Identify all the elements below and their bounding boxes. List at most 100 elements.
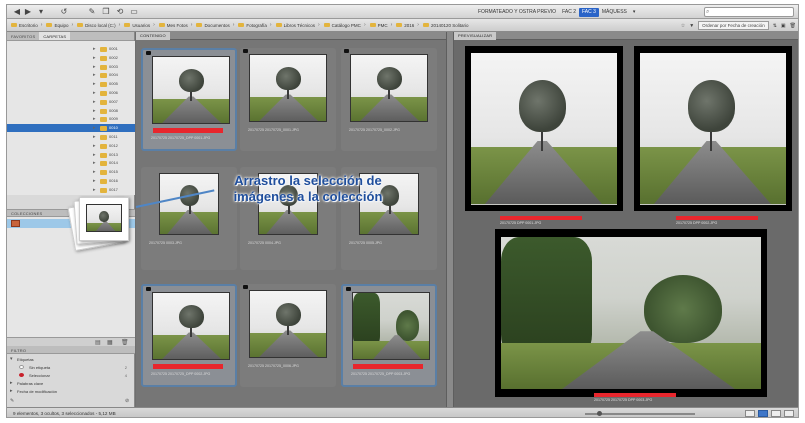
breadcrumb-1[interactable]: Equipo › [46, 22, 73, 28]
star-filter-icon[interactable]: ☆ [681, 23, 685, 29]
new-collection-icon[interactable]: ▤ [95, 339, 101, 346]
folder-tree-item[interactable]: ▸ 0003 [7, 63, 135, 71]
thumbnail-cell[interactable]: 20170725 20170725_0001.JPG [240, 48, 336, 151]
filter-row-labels[interactable]: ▾ Etiquetas [7, 355, 135, 363]
tab-collections[interactable]: Colecciones [7, 211, 46, 216]
breadcrumb-9[interactable]: PMC › [369, 22, 392, 28]
folder-tree-item[interactable]: ▸ 0016 [7, 177, 135, 185]
tab-filter[interactable]: Filtro [7, 348, 30, 353]
pin-icon[interactable]: ✎ [10, 398, 14, 404]
tab-preview[interactable]: Previsualizar [454, 32, 497, 40]
breadcrumb-10[interactable]: 2016 › [396, 22, 419, 28]
folder-tree-item[interactable]: ▸ 0011 [7, 133, 135, 141]
preview-image-frame[interactable] [495, 229, 767, 397]
expand-triangle-icon[interactable]: ▸ [93, 99, 96, 105]
folder-tree-item[interactable]: ▸ 0009 [7, 115, 135, 123]
clear-filter-icon[interactable]: ⊘ [125, 398, 129, 404]
expand-triangle-icon[interactable]: ▸ [93, 152, 96, 158]
folder-tree-item[interactable]: ▸ 0002 [7, 54, 135, 62]
trash-icon[interactable]: 🗑 [790, 23, 796, 29]
forward-arrow-icon[interactable]: ▶ [23, 8, 33, 16]
expand-triangle-icon[interactable]: ▸ [93, 55, 96, 61]
expand-triangle-icon[interactable]: ▸ [93, 81, 96, 87]
breadcrumb-6[interactable]: Fotografía › [238, 22, 272, 28]
expand-triangle-icon[interactable]: ▸ [93, 125, 96, 131]
expand-triangle-icon[interactable]: ▸ [93, 143, 96, 149]
thumbnail-caption: 20170725 0003.JPG [149, 241, 182, 245]
preview-image-frame[interactable] [634, 46, 792, 211]
tab-favorites[interactable]: Favoritos [7, 32, 39, 40]
expand-triangle-icon[interactable]: ▸ [93, 46, 96, 52]
search-input[interactable]: ⌕ [704, 7, 794, 17]
tab-content[interactable]: Contenido [136, 32, 170, 40]
filter-row-keywords[interactable]: ▸ Palabras clave [7, 379, 135, 387]
folder-tree-item[interactable]: ▸ 0008 [7, 107, 135, 115]
expand-triangle-icon[interactable]: ▸ [93, 90, 96, 96]
panel-splitter[interactable] [446, 32, 454, 407]
delete-collection-icon[interactable]: 🗑 [121, 339, 129, 346]
workspace-menu-chevron-icon[interactable]: ▾ [630, 8, 639, 17]
back-arrow-icon[interactable]: ◀ [12, 8, 22, 16]
thumbnail-cell[interactable]: 20170725 20170725_DPP 0002.JPG [141, 284, 237, 387]
expand-triangle-icon[interactable]: ▸ [93, 116, 96, 122]
breadcrumb-5[interactable]: Documentos › [196, 22, 234, 28]
breadcrumb-11[interactable]: 20140120 Solitario [422, 23, 469, 28]
thumbnail-size-slider[interactable] [585, 411, 695, 416]
workspace-2[interactable]: FAC 3 [578, 7, 599, 17]
grid-lock-icon[interactable] [745, 410, 755, 417]
expand-triangle-icon[interactable]: ▸ [93, 108, 96, 114]
breadcrumb-8[interactable]: Catálogo PMC › [323, 22, 366, 28]
expand-triangle-icon[interactable]: ▸ [93, 72, 96, 78]
thumbnail-view-icon[interactable] [758, 410, 768, 417]
details-view-icon[interactable] [771, 410, 781, 417]
folder-tree-item[interactable]: ▸ 0010 [7, 124, 135, 133]
new-folder-icon[interactable]: ▣ [781, 23, 786, 29]
expand-triangle-icon[interactable]: ▸ [93, 178, 96, 184]
sort-direction-icon[interactable]: ⇅ [773, 23, 777, 29]
folder-tree-item[interactable]: ▸ 0006 [7, 89, 135, 97]
preview-image-frame[interactable] [465, 46, 623, 211]
workspace-1[interactable]: FAC 2 [559, 8, 579, 17]
filter-row-select[interactable]: Seleccionar 4 [7, 371, 135, 379]
expand-triangle-icon[interactable]: ▸ [93, 160, 96, 166]
refine-icon[interactable]: ❐ [101, 8, 111, 16]
folder-tree-item[interactable]: ▸ 0004 [7, 71, 135, 79]
folder-tree-item[interactable]: ▸ 0015 [7, 168, 135, 176]
filter-row-no-label[interactable]: Sin etiqueta 2 [7, 363, 135, 371]
expand-triangle-icon[interactable]: ▸ [93, 187, 96, 193]
thumbnail-cell[interactable]: 20170725 20170725_0006.JPG [240, 284, 336, 387]
thumbnail-cell[interactable]: 20170725 20170725_DPP 0003.JPG [341, 284, 437, 387]
folder-tree-item[interactable]: ▸ 0005 [7, 80, 135, 88]
filter-row-modified-date[interactable]: ▸ Fecha de modificación [7, 387, 135, 395]
sort-dropdown[interactable]: Ordenar por Fecha de creación [698, 21, 769, 30]
list-view-icon[interactable] [784, 410, 794, 417]
folder-tree-item[interactable]: ▸ 0007 [7, 98, 135, 106]
recent-folder-icon[interactable]: ↺ [59, 8, 69, 16]
rotate-icon[interactable]: ⟲ [115, 8, 125, 16]
breadcrumb-2[interactable]: Disco local (C:) › [77, 22, 120, 28]
history-dropdown-icon[interactable]: ▾ [37, 8, 45, 16]
new-smart-collection-icon[interactable]: ▦ [107, 339, 113, 346]
workspace-3[interactable]: MÁQUESS [599, 8, 630, 17]
camera-import-icon[interactable]: ✎ [87, 8, 97, 16]
open-icon[interactable]: ▭ [129, 8, 139, 16]
expand-triangle-icon[interactable]: ▸ [93, 134, 96, 140]
folder-tree-item[interactable]: ▸ 0001 [7, 45, 135, 53]
workspace-0[interactable]: FORMATEADO Y OSTRA PREVIO [475, 8, 559, 17]
folder-tree-item[interactable]: ▸ 0013 [7, 151, 135, 159]
folder-icon [100, 99, 107, 105]
folder-tree-item[interactable]: ▸ 0014 [7, 159, 135, 167]
slider-handle[interactable] [597, 411, 602, 416]
breadcrumb-4[interactable]: Mes Fotos › [158, 22, 192, 28]
breadcrumb-0[interactable]: Escritorio › [11, 22, 42, 28]
folder-tree-item[interactable]: ▸ 0012 [7, 142, 135, 150]
thumbnail-cell[interactable]: 20170725 20170725_DPP 0001.JPG [141, 48, 237, 151]
tab-folders[interactable]: Carpetas [39, 32, 71, 40]
breadcrumb-3[interactable]: Usuarios › [124, 22, 155, 28]
thumbnail-cell[interactable]: 20170725 20170725_0002.JPG [341, 48, 437, 151]
expand-triangle-icon[interactable]: ▸ [93, 169, 96, 175]
expand-triangle-icon[interactable]: ▸ [93, 64, 96, 70]
stack-badge-icon [146, 51, 151, 55]
breadcrumb-7[interactable]: Libros Técnicos › [275, 22, 320, 28]
filter-icon[interactable]: ▼ [689, 23, 694, 29]
